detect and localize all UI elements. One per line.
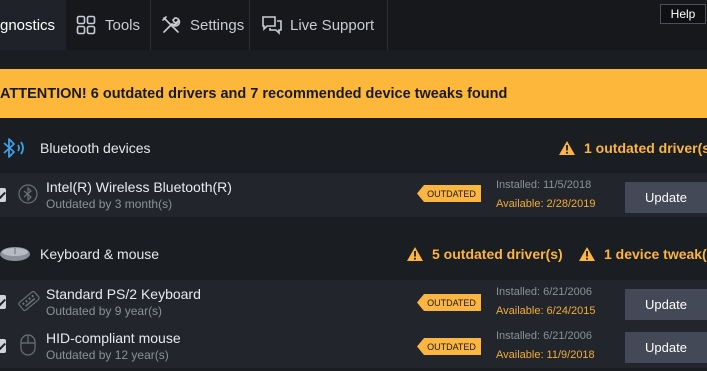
tab-tools[interactable]: Tools <box>76 0 140 50</box>
tab-settings[interactable]: Settings <box>161 0 244 50</box>
tab-label: Settings <box>190 16 245 34</box>
available-date: Available: 6/24/2015 <box>496 305 596 317</box>
installed-date: Installed: 11/5/2018 <box>496 179 592 191</box>
attention-banner: ATTENTION! 6 outdated drivers and 7 reco… <box>0 69 707 118</box>
mouse-icon <box>18 334 38 356</box>
tab-live-support[interactable]: Live Support <box>261 0 374 50</box>
device-name: HID-compliant mouse <box>46 330 181 346</box>
warning-text: 1 outdated driver(s) <box>584 140 707 156</box>
warning-icon <box>407 247 423 261</box>
device-name: Intel(R) Wireless Bluetooth(R) <box>46 179 232 195</box>
nav-divider <box>150 0 151 50</box>
category-title: Keyboard & mouse <box>40 246 160 262</box>
warning-text: 1 device tweak(s) <box>604 246 707 262</box>
bluetooth-icon <box>18 183 38 205</box>
nav-divider <box>387 0 388 50</box>
top-nav: gnostics Tools Settings Live Support Hel… <box>0 0 707 50</box>
tab-label: Tools <box>105 16 141 34</box>
available-date: Available: 11/9/2018 <box>496 349 595 361</box>
keyboard-icon <box>18 290 40 312</box>
select-checkbox[interactable] <box>0 188 6 202</box>
warning-text: 5 outdated driver(s) <box>432 246 563 262</box>
driver-row[interactable]: HID-compliant mouse Outdated by 12 year(… <box>0 324 707 368</box>
driver-updater-window: gnostics Tools Settings Live Support Hel… <box>0 0 707 371</box>
driver-row[interactable]: Intel(R) Wireless Bluetooth(R) Outdated … <box>0 173 707 217</box>
chat-icon <box>261 15 282 35</box>
tab-label: Live Support <box>290 16 375 34</box>
driver-row[interactable]: Standard PS/2 Keyboard Outdated by 9 yea… <box>0 280 707 324</box>
device-name: Standard PS/2 Keyboard <box>46 286 201 302</box>
outdated-badge: OUTDATED <box>417 185 481 202</box>
select-checkbox[interactable] <box>0 339 6 353</box>
update-button[interactable]: Update <box>625 332 707 363</box>
outdated-by: Outdated by 12 year(s) <box>46 348 169 362</box>
warning-icon <box>559 141 575 155</box>
wrench-icon <box>161 15 181 35</box>
category-bluetooth-devices[interactable]: Bluetooth devices 1 outdated driver(s) <box>0 131 707 165</box>
outdated-badge: OUTDATED <box>417 294 481 311</box>
installed-date: Installed: 6/21/2006 <box>496 330 593 342</box>
update-button[interactable]: Update <box>625 289 707 320</box>
nav-divider <box>249 0 250 50</box>
mouse-icon <box>0 245 32 268</box>
select-checkbox[interactable] <box>0 295 6 309</box>
outdated-badge: OUTDATED <box>417 338 481 355</box>
outdated-by: Outdated by 9 year(s) <box>46 304 163 318</box>
warning-icon <box>579 247 595 261</box>
tab-diagnostics[interactable]: gnostics <box>0 0 66 50</box>
outdated-count-warning: 1 outdated driver(s) <box>558 140 707 156</box>
help-button[interactable]: Help <box>660 4 706 24</box>
tab-label: gnostics <box>0 16 56 34</box>
category-keyboard-mouse[interactable]: Keyboard & mouse 5 outdated driver(s) 1 … <box>0 237 707 271</box>
outdated-by: Outdated by 3 month(s) <box>46 197 173 211</box>
update-button[interactable]: Update <box>625 182 707 213</box>
category-title: Bluetooth devices <box>40 140 151 156</box>
available-date: Available: 2/28/2019 <box>496 198 596 210</box>
tweak-count-warning: 1 device tweak(s) <box>578 246 707 262</box>
bluetooth-icon <box>0 135 26 166</box>
installed-date: Installed: 6/21/2006 <box>496 286 593 298</box>
outdated-count-warning: 5 outdated driver(s) <box>406 246 563 262</box>
grid-icon <box>76 15 96 35</box>
